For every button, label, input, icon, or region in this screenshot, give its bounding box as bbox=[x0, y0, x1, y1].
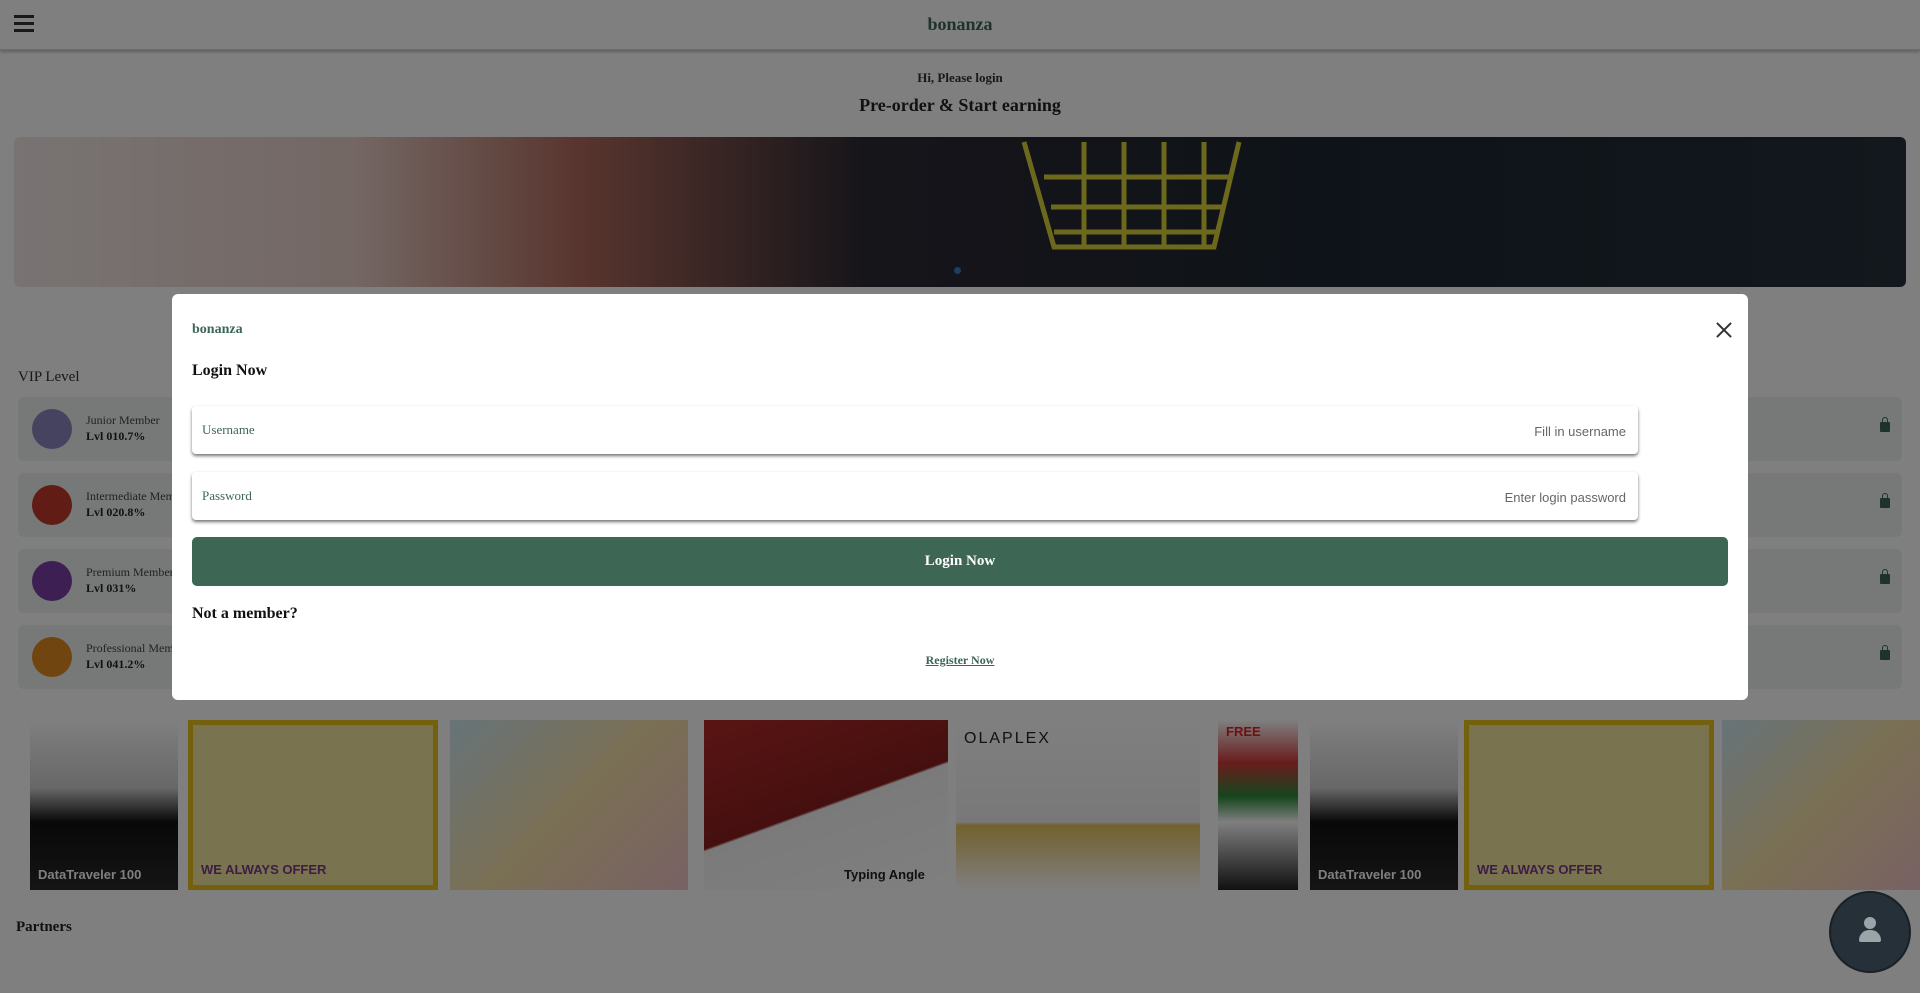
username-field[interactable]: Username bbox=[192, 406, 1638, 454]
login-title: Login Now bbox=[192, 362, 268, 379]
username-input[interactable] bbox=[924, 416, 1628, 446]
close-icon[interactable] bbox=[1712, 318, 1736, 342]
agent-icon bbox=[1864, 917, 1876, 929]
register-link[interactable]: Register Now bbox=[172, 653, 1748, 668]
login-modal: bonanza Login Now Username Password Logi… bbox=[172, 294, 1748, 700]
password-input[interactable] bbox=[924, 482, 1628, 512]
username-label: Username bbox=[202, 422, 255, 437]
modal-logo: bonanza bbox=[192, 322, 243, 337]
agent-body-icon bbox=[1859, 930, 1881, 942]
password-label: Password bbox=[202, 488, 252, 503]
password-field[interactable]: Password bbox=[192, 472, 1638, 520]
customer-service-button[interactable] bbox=[1829, 891, 1911, 973]
login-button[interactable]: Login Now bbox=[192, 537, 1728, 586]
not-member-text: Not a member? bbox=[192, 605, 298, 622]
